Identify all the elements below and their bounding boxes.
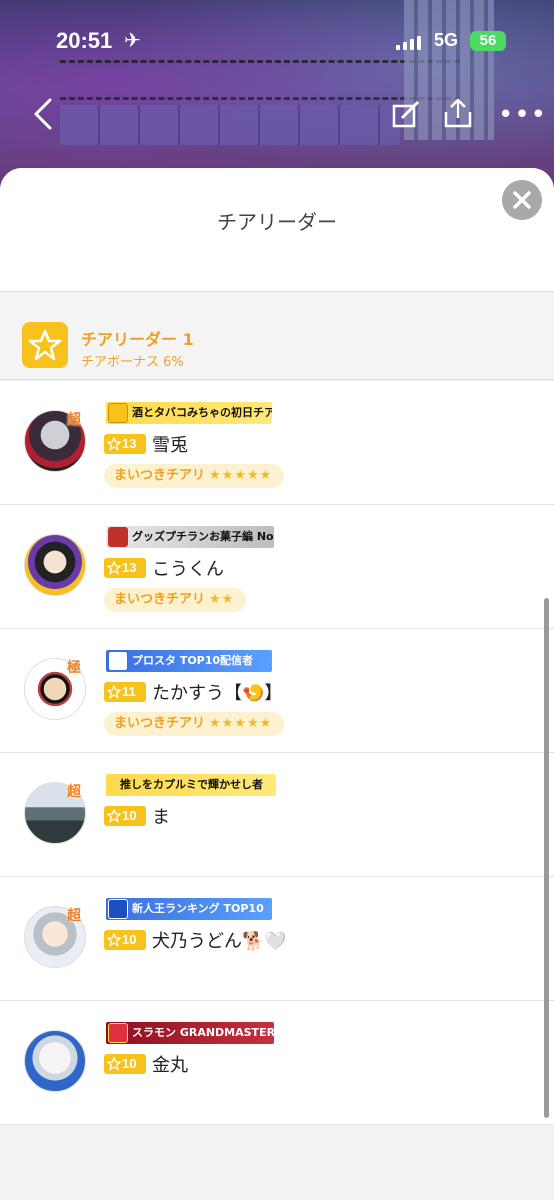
signal-icon bbox=[396, 36, 422, 50]
level-badge: 13 bbox=[104, 558, 146, 578]
scrollbar[interactable] bbox=[544, 598, 549, 1118]
list-item[interactable]: 超 推しをカプルミで輝かせし者 10 ま bbox=[0, 753, 554, 877]
star-icon bbox=[107, 933, 121, 947]
title-badge: 新人王ランキング TOP10 bbox=[106, 898, 272, 920]
level-badge: 10 bbox=[104, 930, 146, 950]
level-badge: 10 bbox=[104, 806, 146, 826]
cheerleader-sheet: チアリーダー チアリーダー 1 チアボーナス 6% 超 酒とタバコみちゃの初日チ… bbox=[0, 168, 554, 1200]
star-icon bbox=[107, 1057, 121, 1071]
avatar-badge: 極 bbox=[67, 660, 81, 676]
star-icon bbox=[107, 809, 121, 823]
badge-emblem-icon bbox=[108, 527, 128, 547]
badge-emblem-icon bbox=[108, 403, 128, 423]
more-icon[interactable]: ••• bbox=[498, 102, 547, 128]
star-icon bbox=[107, 685, 121, 699]
cheer-badge: まいつきチアリ ★★★★★ bbox=[104, 464, 285, 488]
sheet-header: チアリーダー bbox=[0, 168, 554, 292]
back-icon[interactable] bbox=[28, 96, 58, 132]
avatar-badge: 超 bbox=[67, 908, 81, 924]
badge-emblem-icon bbox=[108, 1023, 128, 1043]
cheer-stars-icon: ★★ bbox=[209, 592, 235, 607]
status-bar: 20:51 ✈ 5G 56 bbox=[0, 26, 554, 60]
section-subtitle: チアボーナス 6% bbox=[81, 355, 184, 370]
edit-icon[interactable] bbox=[392, 100, 420, 128]
top-nav: ••• bbox=[0, 96, 554, 136]
user-name: 雪兎 bbox=[152, 435, 188, 456]
cheer-badge: まいつきチアリ ★★★★★ bbox=[104, 712, 285, 736]
cheer-stars-icon: ★★★★★ bbox=[209, 468, 273, 483]
list-item[interactable]: 極 プロスタ TOP10配信者 11 たかすう【🍤】 まいつきチアリ ★★★★★ bbox=[0, 629, 554, 753]
battery-indicator: 56 bbox=[470, 31, 506, 51]
cheerleader-list: 超 酒とタバコみちゃの初日チアリ 13 雪兎 まいつきチアリ ★★★★★ グッズプ… bbox=[0, 381, 554, 1125]
star-icon bbox=[22, 322, 68, 368]
star-icon bbox=[107, 561, 121, 575]
level-badge: 11 bbox=[104, 682, 146, 702]
badge-emblem-icon bbox=[108, 899, 128, 919]
user-name: こうくん bbox=[152, 559, 224, 580]
badge-emblem-icon bbox=[108, 651, 128, 671]
list-item[interactable]: グッズプチランお菓子編 No.2 13 こうくん まいつきチアリ ★★ bbox=[0, 505, 554, 629]
network-label: 5G bbox=[434, 30, 459, 50]
avatar[interactable] bbox=[24, 534, 86, 596]
title-badge: スラモン GRANDMASTER bbox=[106, 1022, 274, 1044]
title-badge: グッズプチランお菓子編 No.2 bbox=[106, 526, 274, 548]
list-item[interactable]: スラモン GRANDMASTER 10 金丸 bbox=[0, 1001, 554, 1125]
user-name: ま bbox=[152, 807, 170, 828]
user-name: たかすう【🍤】 bbox=[152, 683, 283, 704]
rocket-icon: ✈ bbox=[124, 28, 141, 52]
title-badge: 酒とタバコみちゃの初日チアリ bbox=[106, 402, 272, 424]
section-title: チアリーダー 1 bbox=[81, 330, 194, 349]
cheerleader-section-header: チアリーダー 1 チアボーナス 6% bbox=[0, 292, 554, 380]
star-icon bbox=[107, 437, 121, 451]
status-time: 20:51 bbox=[56, 28, 113, 53]
title-badge: 推しをカプルミで輝かせし者 bbox=[106, 774, 276, 796]
user-name: 金丸 bbox=[152, 1055, 188, 1076]
list-item[interactable]: 超 酒とタバコみちゃの初日チアリ 13 雪兎 まいつきチアリ ★★★★★ bbox=[0, 381, 554, 505]
page-title: チアリーダー bbox=[217, 210, 337, 234]
cheer-badge: まいつきチアリ ★★ bbox=[104, 588, 247, 612]
user-name: 犬乃うどん🐕🤍 bbox=[152, 931, 287, 952]
close-button[interactable] bbox=[502, 180, 542, 220]
avatar-badge: 超 bbox=[67, 784, 81, 800]
cheer-stars-icon: ★★★★★ bbox=[209, 716, 273, 731]
share-icon[interactable] bbox=[444, 98, 472, 128]
level-badge: 10 bbox=[104, 1054, 146, 1074]
title-badge: プロスタ TOP10配信者 bbox=[106, 650, 272, 672]
avatar[interactable] bbox=[24, 1030, 86, 1092]
level-badge: 13 bbox=[104, 434, 146, 454]
avatar-badge: 超 bbox=[67, 412, 81, 428]
list-item[interactable]: 超 新人王ランキング TOP10 10 犬乃うどん🐕🤍 bbox=[0, 877, 554, 1001]
